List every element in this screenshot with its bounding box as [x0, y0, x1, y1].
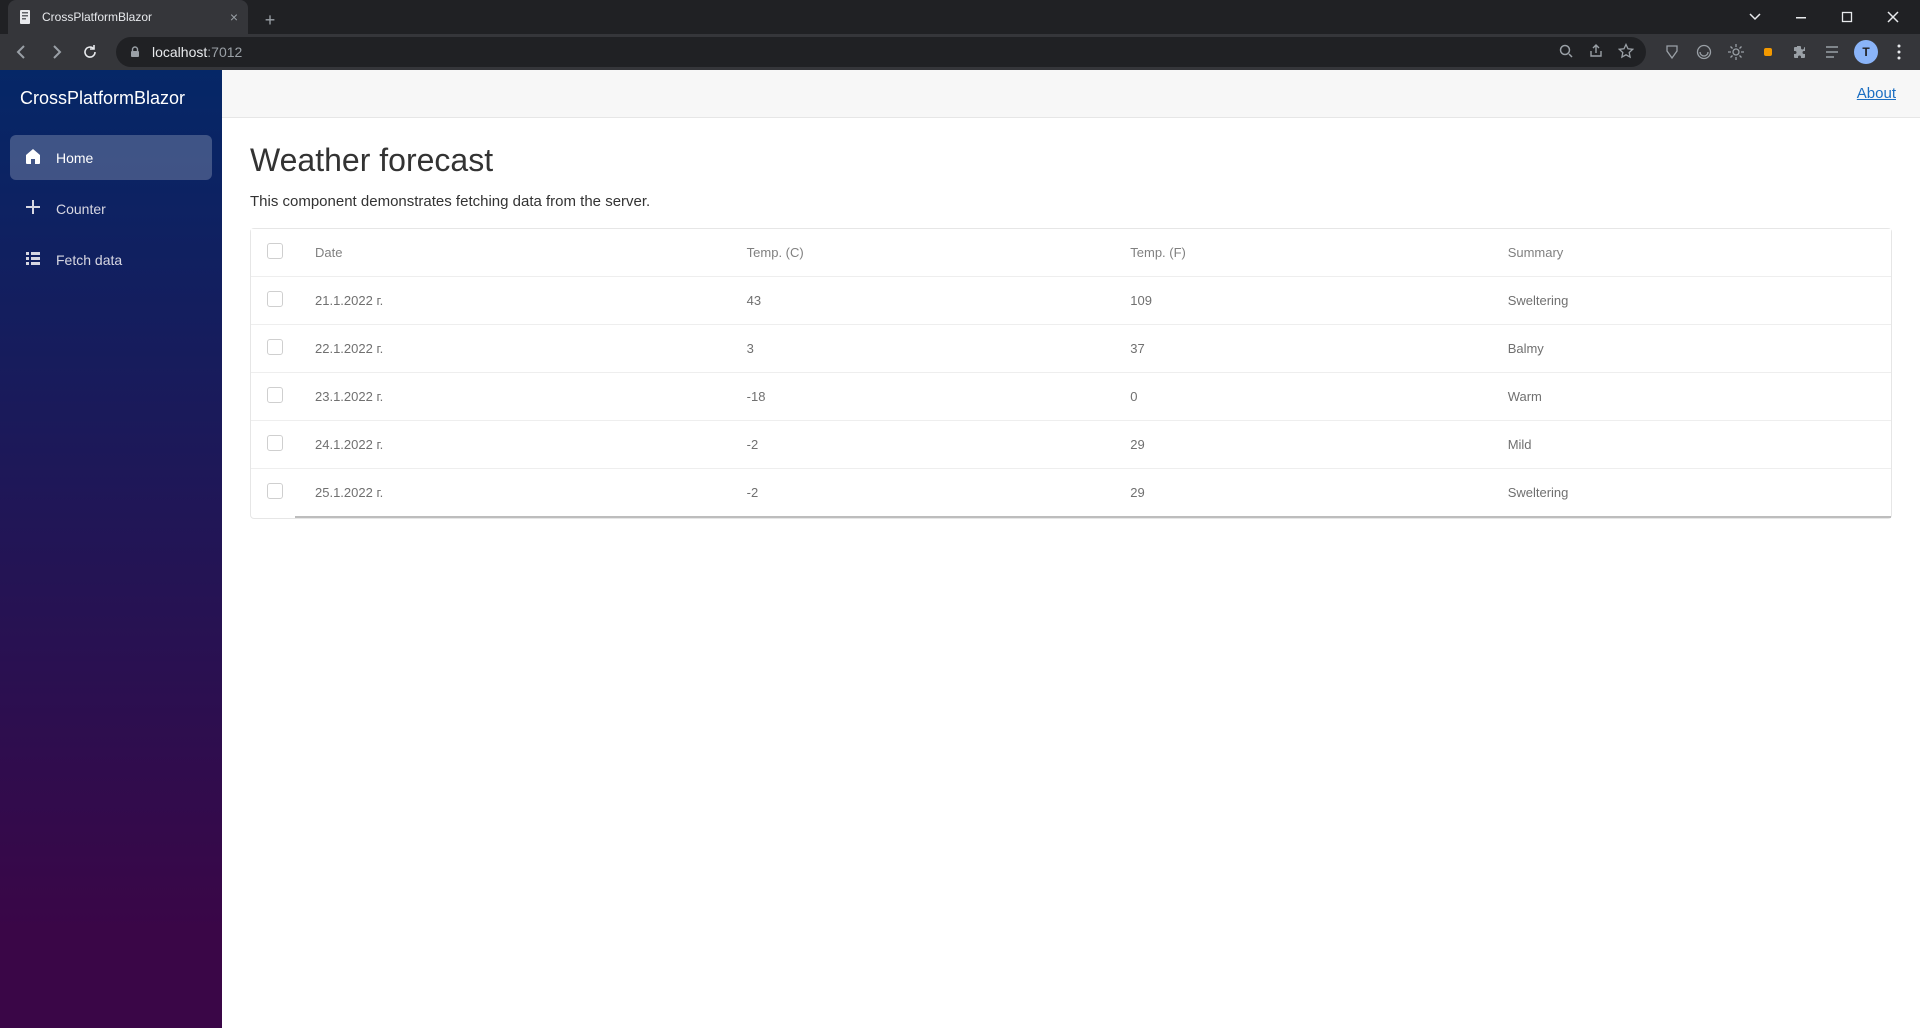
cell-tempf: 37 [1114, 325, 1491, 373]
extension-icon-2[interactable] [1694, 42, 1714, 62]
col-header-summary[interactable]: Summary [1492, 229, 1891, 277]
plus-icon [24, 198, 42, 219]
page-title: Weather forecast [250, 142, 1892, 179]
window-minimize-button[interactable] [1778, 2, 1824, 32]
url-host: localhost [152, 44, 207, 60]
profile-avatar[interactable]: T [1854, 40, 1878, 64]
sidebar: CrossPlatformBlazor Home Counter Fetch d… [0, 70, 222, 1028]
row-checkbox[interactable] [267, 339, 283, 355]
select-all-checkbox[interactable] [267, 243, 283, 259]
app-root: CrossPlatformBlazor Home Counter Fetch d… [0, 70, 1920, 1028]
cell-date: 23.1.2022 г. [299, 373, 731, 421]
extensions-puzzle-icon[interactable] [1790, 42, 1810, 62]
table-row[interactable]: 21.1.2022 г.43109Sweltering [251, 277, 1891, 325]
cell-date: 25.1.2022 г. [299, 469, 731, 517]
about-link[interactable]: About [1857, 85, 1896, 102]
browser-toolbar: localhost:7012 T [0, 34, 1920, 70]
window-controls [1732, 0, 1920, 34]
address-bar[interactable]: localhost:7012 [116, 37, 1646, 67]
cell-tempf: 0 [1114, 373, 1491, 421]
col-header-tempc[interactable]: Temp. (C) [731, 229, 1115, 277]
browser-tab[interactable]: CrossPlatformBlazor × [8, 0, 248, 34]
main-content: About Weather forecast This component de… [222, 70, 1920, 1028]
url-text: localhost:7012 [152, 44, 1548, 60]
extension-gear-icon[interactable] [1726, 42, 1746, 62]
home-icon [24, 147, 42, 168]
cell-summary: Mild [1492, 421, 1891, 469]
row-checkbox[interactable] [267, 483, 283, 499]
zoom-icon[interactable] [1558, 43, 1574, 62]
col-header-date[interactable]: Date [299, 229, 731, 277]
list-icon [24, 249, 42, 270]
reading-list-icon[interactable] [1822, 42, 1842, 62]
tab-close-icon[interactable]: × [230, 10, 238, 24]
page-description: This component demonstrates fetching dat… [250, 193, 1892, 210]
cell-summary: Balmy [1492, 325, 1891, 373]
sidebar-item-label: Fetch data [56, 252, 122, 268]
window-maximize-button[interactable] [1824, 2, 1870, 32]
row-checkbox[interactable] [267, 387, 283, 403]
omnibox-actions [1558, 43, 1634, 62]
sidebar-nav: Home Counter Fetch data [0, 129, 222, 288]
sidebar-item-counter[interactable]: Counter [10, 186, 212, 231]
cell-summary: Warm [1492, 373, 1891, 421]
cell-date: 22.1.2022 г. [299, 325, 731, 373]
table-row[interactable]: 24.1.2022 г.-229Mild [251, 421, 1891, 469]
cell-summary: Sweltering [1492, 277, 1891, 325]
tab-title: CrossPlatformBlazor [42, 10, 222, 24]
weather-grid: Date Temp. (C) Temp. (F) Summary 21.1.20… [250, 228, 1892, 519]
sidebar-item-label: Home [56, 150, 93, 166]
sidebar-item-home[interactable]: Home [10, 135, 212, 180]
extension-icons: T [1658, 40, 1912, 64]
extension-icon-1[interactable] [1662, 42, 1682, 62]
grid-scroll-indicator [251, 516, 1891, 518]
cell-tempf: 29 [1114, 421, 1491, 469]
cell-tempc: -18 [731, 373, 1115, 421]
cell-tempc: -2 [731, 421, 1115, 469]
cell-date: 21.1.2022 г. [299, 277, 731, 325]
page-content: Weather forecast This component demonstr… [222, 118, 1920, 543]
cell-tempc: -2 [731, 469, 1115, 517]
cell-tempc: 43 [731, 277, 1115, 325]
sidebar-item-label: Counter [56, 201, 106, 217]
cell-summary: Sweltering [1492, 469, 1891, 517]
kebab-menu-icon[interactable] [1890, 43, 1908, 61]
star-icon[interactable] [1618, 43, 1634, 62]
sidebar-item-fetchdata[interactable]: Fetch data [10, 237, 212, 282]
share-icon[interactable] [1588, 43, 1604, 62]
table-header-row: Date Temp. (C) Temp. (F) Summary [251, 229, 1891, 277]
topbar: About [222, 70, 1920, 118]
window-close-button[interactable] [1870, 2, 1916, 32]
nav-back-button[interactable] [8, 38, 36, 66]
cell-tempf: 109 [1114, 277, 1491, 325]
nav-reload-button[interactable] [76, 38, 104, 66]
extension-icon-4[interactable] [1758, 42, 1778, 62]
url-port: :7012 [207, 44, 242, 60]
favicon-icon [18, 9, 34, 25]
chevron-down-icon[interactable] [1732, 2, 1778, 32]
table-row[interactable]: 22.1.2022 г.337Balmy [251, 325, 1891, 373]
nav-forward-button[interactable] [42, 38, 70, 66]
cell-tempc: 3 [731, 325, 1115, 373]
new-tab-button[interactable]: + [256, 6, 284, 34]
browser-chrome: CrossPlatformBlazor × + localhost:7012 [0, 0, 1920, 70]
tab-strip: CrossPlatformBlazor × + [0, 0, 1920, 34]
cell-tempf: 29 [1114, 469, 1491, 517]
col-header-tempf[interactable]: Temp. (F) [1114, 229, 1491, 277]
cell-date: 24.1.2022 г. [299, 421, 731, 469]
row-checkbox[interactable] [267, 291, 283, 307]
lock-icon [128, 45, 142, 59]
sidebar-brand: CrossPlatformBlazor [0, 70, 222, 129]
row-checkbox[interactable] [267, 435, 283, 451]
table-row[interactable]: 23.1.2022 г.-180Warm [251, 373, 1891, 421]
table-row[interactable]: 25.1.2022 г.-229Sweltering [251, 469, 1891, 517]
